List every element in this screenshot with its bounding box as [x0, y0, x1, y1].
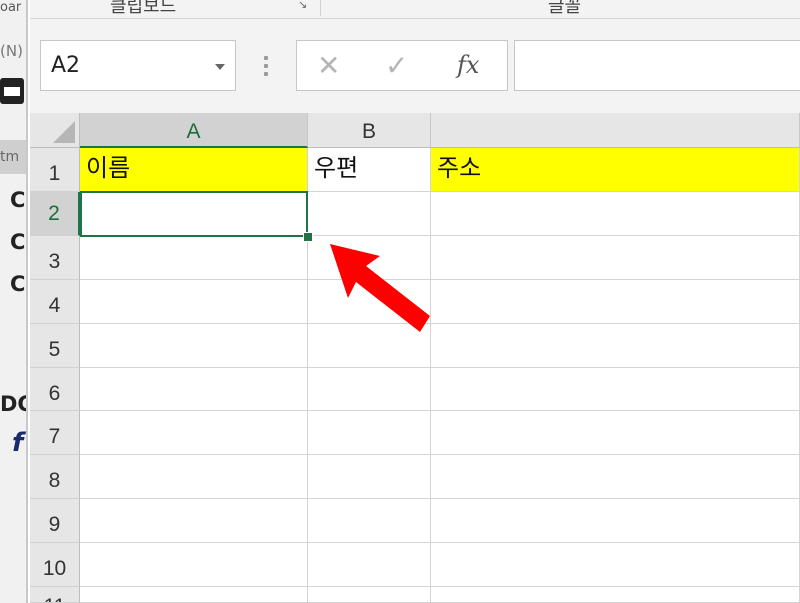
- cell-c10[interactable]: [431, 543, 800, 587]
- row-header[interactable]: 9: [30, 499, 80, 543]
- row-header[interactable]: 8: [30, 455, 80, 499]
- cell-b7[interactable]: [308, 411, 431, 455]
- enter-check-icon[interactable]: ✓: [385, 49, 408, 82]
- column-header-b[interactable]: B: [308, 113, 431, 148]
- select-all-button[interactable]: [30, 113, 80, 148]
- cell-c7[interactable]: [431, 411, 800, 455]
- cell-c11[interactable]: [431, 587, 800, 603]
- font-group-label: 글꼴: [548, 0, 582, 17]
- row-header[interactable]: 1: [30, 148, 80, 192]
- cell-b11[interactable]: [308, 587, 431, 603]
- printer-icon: [0, 78, 24, 104]
- column-header-c[interactable]: [431, 113, 800, 148]
- cell-a4[interactable]: [80, 280, 308, 324]
- window-divider: [26, 0, 28, 603]
- row-header[interactable]: 4: [30, 280, 80, 324]
- formula-buttons: ✕ ✓ fx: [296, 40, 508, 91]
- clipboard-group-label: 클립보드: [110, 0, 177, 17]
- cell-c2[interactable]: [431, 192, 800, 236]
- function-fragment-text: f: [12, 428, 24, 458]
- ribbon-group-labels: 클립보드 ↘ 글꼴: [30, 0, 800, 19]
- cell-a6[interactable]: [80, 368, 308, 411]
- column-header-a[interactable]: A: [80, 113, 308, 148]
- cell-c6[interactable]: [431, 368, 800, 411]
- worksheet-grid: A B 1 이름 우편 주소 2 3 4 5 6 7 8 9 10: [30, 113, 800, 603]
- row-header[interactable]: 3: [30, 236, 80, 280]
- menu-fragment-text: (N): [0, 42, 23, 60]
- row-header[interactable]: 2: [30, 192, 80, 236]
- cell-b9[interactable]: [308, 499, 431, 543]
- ribbon-fragment-text: oar: [0, 0, 22, 15]
- cell-a11[interactable]: [80, 587, 308, 603]
- cell-b6[interactable]: [308, 368, 431, 411]
- row-header[interactable]: 5: [30, 324, 80, 368]
- cell-a9[interactable]: [80, 499, 308, 543]
- name-box[interactable]: A2: [40, 40, 236, 91]
- row-header[interactable]: 7: [30, 411, 80, 455]
- dialog-launcher-icon[interactable]: ↘: [298, 0, 310, 12]
- cell-c9[interactable]: [431, 499, 800, 543]
- cell-a2[interactable]: [80, 192, 308, 236]
- insert-function-icon[interactable]: fx: [457, 51, 479, 79]
- cell-c5[interactable]: [431, 324, 800, 368]
- chevron-down-icon[interactable]: [215, 64, 225, 70]
- cancel-icon[interactable]: ✕: [317, 49, 340, 82]
- ribbon-separator: [320, 0, 321, 16]
- cell-a1[interactable]: 이름: [80, 148, 308, 192]
- cell-b8[interactable]: [308, 455, 431, 499]
- cell-a10[interactable]: [80, 543, 308, 587]
- background-tab: tm: [0, 140, 28, 174]
- cell-b10[interactable]: [308, 543, 431, 587]
- row-header[interactable]: 6: [30, 368, 80, 411]
- name-box-value: A2: [51, 53, 81, 78]
- cell-c4[interactable]: [431, 280, 800, 324]
- cell-c3[interactable]: [431, 236, 800, 280]
- cell-c8[interactable]: [431, 455, 800, 499]
- background-window: oar (N) tm C C C DC f: [0, 0, 28, 603]
- annotation-arrow-icon: [330, 244, 430, 332]
- fill-handle[interactable]: [303, 232, 313, 242]
- cell-a3[interactable]: [80, 236, 308, 280]
- cell-a8[interactable]: [80, 455, 308, 499]
- cell-a7[interactable]: [80, 411, 308, 455]
- cell-b1[interactable]: 우편: [308, 148, 431, 192]
- formula-input[interactable]: [514, 40, 800, 91]
- row-header[interactable]: 11: [30, 587, 80, 603]
- cell-a5[interactable]: [80, 324, 308, 368]
- spreadsheet-window: 클립보드 ↘ 글꼴 A2 ✕ ✓ fx A B 1 이름 우편 주소 2 3 4…: [30, 0, 800, 603]
- doc-fragment-text: DC: [0, 392, 28, 416]
- row-header[interactable]: 10: [30, 543, 80, 587]
- cell-b2[interactable]: [308, 192, 431, 236]
- cell-c1[interactable]: 주소: [431, 148, 800, 192]
- grip-handle-icon[interactable]: [264, 56, 268, 76]
